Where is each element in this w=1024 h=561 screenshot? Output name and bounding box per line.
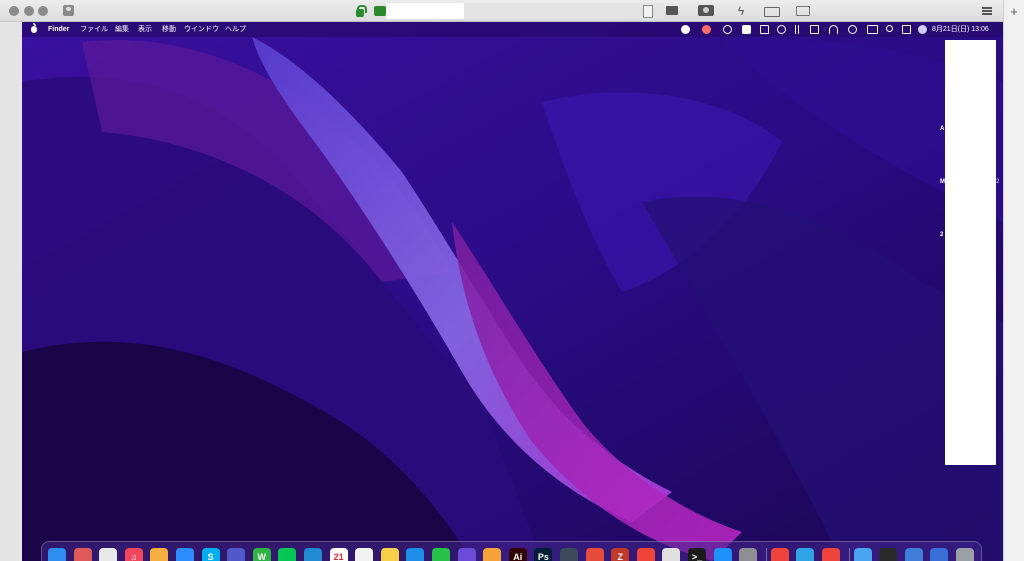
widget-label-2: M xyxy=(940,179,945,185)
keyboard-icon[interactable] xyxy=(764,4,780,18)
dock-notes-icon[interactable] xyxy=(380,548,399,561)
dock-keynote-icon[interactable] xyxy=(406,548,425,561)
wallpaper xyxy=(22,22,1003,561)
contact-icon[interactable] xyxy=(63,5,74,16)
wifi-icon[interactable] xyxy=(829,25,838,34)
dock: ♫ S W 21 Ai Ps Z >_ xyxy=(41,541,982,561)
time-machine-icon[interactable] xyxy=(848,25,857,34)
remote-screen-icon[interactable] xyxy=(373,4,387,18)
menu-view[interactable]: 表示 xyxy=(138,22,152,37)
monitor-icon[interactable] xyxy=(795,4,810,18)
file-transfer-icon[interactable] xyxy=(640,4,654,18)
remote-address-field[interactable] xyxy=(386,3,464,19)
dock-anydesk-icon[interactable] xyxy=(636,548,655,561)
vpn-status-icon[interactable] xyxy=(810,25,819,34)
control-center-icon[interactable] xyxy=(902,25,911,34)
dock-teams-icon[interactable] xyxy=(227,548,246,561)
dock-xmind-icon[interactable] xyxy=(585,548,604,561)
dock-system-preferences-icon[interactable] xyxy=(739,548,758,561)
dock-davinci-icon[interactable] xyxy=(560,548,578,561)
dock-sequel-icon[interactable] xyxy=(662,548,681,561)
widget-right-mark-2: 2 xyxy=(996,179,1000,185)
apple-menu-icon[interactable] xyxy=(31,23,37,33)
display-settings-icon[interactable] xyxy=(698,4,714,18)
dock-launchpad-icon[interactable] xyxy=(73,548,92,561)
chat-icon[interactable] xyxy=(665,4,679,18)
spotlight-search-icon[interactable] xyxy=(886,25,893,32)
dock-numbers-icon[interactable] xyxy=(432,548,450,561)
dock-spreadsheet-icon[interactable] xyxy=(904,548,923,561)
dock-separator xyxy=(765,548,767,561)
widget-label-3: 2 xyxy=(940,232,944,238)
widget-label-1: A xyxy=(940,126,945,132)
macos-menu-bar: Finder ファイル 編集 表示 移動 ウインドウ ヘルプ 8月21日(日) … xyxy=(22,22,1003,37)
close-window-button[interactable] xyxy=(9,6,19,16)
dock-anydesk-3-icon[interactable] xyxy=(822,548,840,561)
menu-file[interactable]: ファイル xyxy=(80,22,108,37)
dock-separator xyxy=(848,548,850,561)
viewer-toolbar: ϟ xyxy=(0,0,1024,22)
dock-safari-like-icon[interactable] xyxy=(796,548,815,561)
dock-illustrator-icon[interactable]: Ai xyxy=(508,548,527,561)
menu-edit[interactable]: 編集 xyxy=(115,22,129,37)
bluetooth-icon[interactable] xyxy=(795,25,799,34)
dock-file-dark-icon[interactable] xyxy=(879,548,898,561)
add-tab-panel: + xyxy=(1003,0,1024,561)
upload-status-icon[interactable] xyxy=(760,25,769,34)
menu-clock[interactable]: 8月21日(日) 13:06 xyxy=(932,22,989,37)
dock-chrome-icon[interactable] xyxy=(99,548,118,561)
zoom-window-button[interactable] xyxy=(38,6,48,16)
dock-music-icon[interactable]: ♫ xyxy=(124,548,143,561)
wps-status-icon[interactable] xyxy=(742,25,751,34)
cloud-status-icon[interactable] xyxy=(723,25,732,34)
battery-icon[interactable] xyxy=(867,25,878,34)
hamburger-menu-icon[interactable] xyxy=(980,4,994,18)
dock-photos-icon[interactable] xyxy=(150,548,169,561)
dock-finder-icon[interactable] xyxy=(48,548,66,561)
dock-terminal-icon[interactable]: >_ xyxy=(688,548,706,561)
menu-window[interactable]: ウインドウ xyxy=(184,22,219,37)
actions-bolt-icon[interactable]: ϟ xyxy=(734,4,748,18)
dock-imovie-icon[interactable] xyxy=(457,548,476,561)
play-status-icon[interactable] xyxy=(777,25,786,34)
dock-pages-icon[interactable] xyxy=(483,548,502,561)
dock-zoom-icon[interactable] xyxy=(176,548,194,561)
widget-panel[interactable] xyxy=(945,40,996,465)
dock-app-store-icon[interactable] xyxy=(713,548,732,561)
compass-status-icon[interactable] xyxy=(681,25,690,34)
minimize-window-button[interactable] xyxy=(24,6,34,16)
dock-trash-icon[interactable] xyxy=(956,548,974,561)
secure-lock-icon[interactable] xyxy=(353,4,367,18)
add-tab-button[interactable]: + xyxy=(1004,0,1024,24)
dock-reminders-icon[interactable] xyxy=(355,548,374,561)
session-tab-bar xyxy=(464,3,664,19)
dock-vscode-icon[interactable] xyxy=(304,548,322,561)
dock-photoshop-icon[interactable]: Ps xyxy=(534,548,553,561)
dock-window-icon[interactable] xyxy=(930,548,949,561)
dock-anydesk-2-icon[interactable] xyxy=(770,548,789,561)
dock-wps-icon[interactable]: W xyxy=(252,548,271,561)
dock-line-icon[interactable] xyxy=(278,548,297,561)
dock-skype-icon[interactable]: S xyxy=(201,548,220,561)
menu-help[interactable]: ヘルプ xyxy=(225,22,246,37)
menu-go[interactable]: 移動 xyxy=(162,22,176,37)
dock-filezilla-icon[interactable]: Z xyxy=(611,548,630,561)
siri-icon[interactable] xyxy=(918,25,927,34)
remote-desktop[interactable]: Finder ファイル 編集 表示 移動 ウインドウ ヘルプ 8月21日(日) … xyxy=(22,22,1003,561)
dock-downloads-icon[interactable] xyxy=(853,548,872,561)
viewer-left-gutter xyxy=(0,22,22,561)
dock-calendar-icon[interactable]: 21 xyxy=(329,548,348,561)
cloud-sync-status-icon[interactable] xyxy=(702,25,711,34)
menu-app-finder[interactable]: Finder xyxy=(48,22,69,37)
